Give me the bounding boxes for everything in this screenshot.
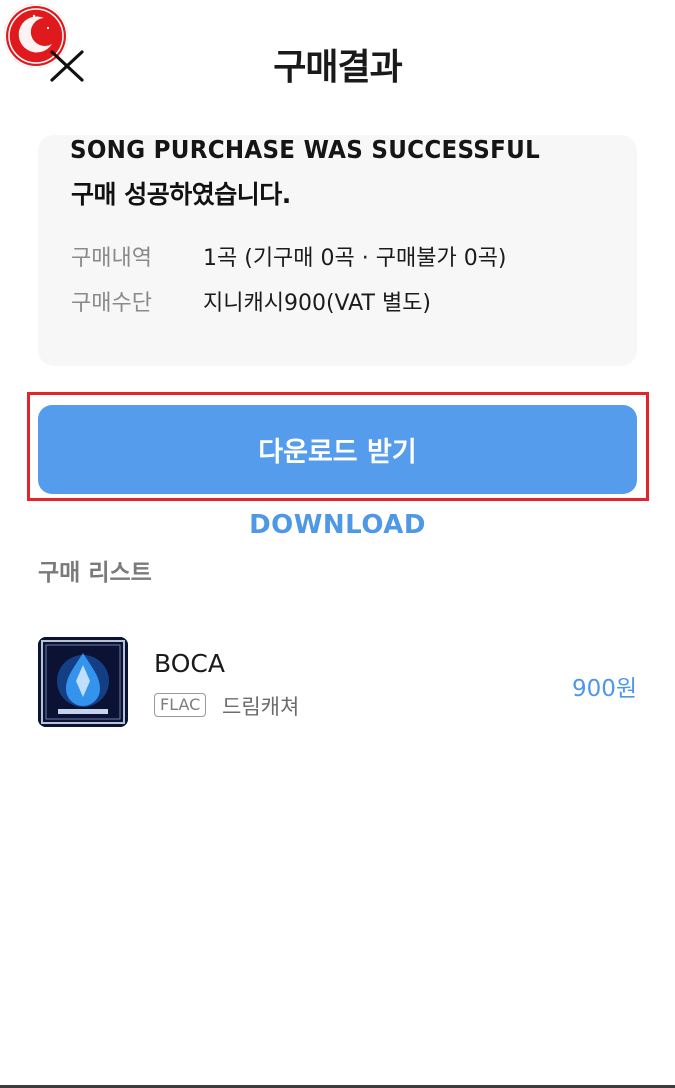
detail-row-purchase-history: 구매내역 1곡 (기구매 0곡 · 구매불가 0곡) bbox=[71, 240, 507, 272]
purchase-result-card: SONG PURCHASE WAS SUCCESSFUL 구매 성공하였습니다.… bbox=[38, 135, 637, 366]
download-button[interactable]: 다운로드 받기 bbox=[38, 405, 637, 494]
detail-row-payment-method: 구매수단 지니캐시900(VAT 별도) bbox=[71, 285, 431, 317]
purchase-list-heading: 구매 리스트 bbox=[38, 560, 152, 586]
detail-value: 1곡 (기구매 0곡 · 구매불가 0곡) bbox=[203, 246, 507, 271]
track-title: BOCA bbox=[154, 649, 225, 678]
detail-value: 지니캐시900(VAT 별도) bbox=[203, 291, 432, 316]
album-cover bbox=[38, 637, 128, 727]
detail-label: 구매내역 bbox=[71, 246, 152, 271]
list-item[interactable]: BOCA FLAC 드림캐쳐 900원 bbox=[38, 637, 637, 729]
detail-label: 구매수단 bbox=[71, 291, 152, 316]
page-title: 구매결과 bbox=[273, 47, 402, 88]
success-message: 구매 성공하였습니다. bbox=[71, 180, 291, 209]
format-badge: FLAC bbox=[154, 693, 207, 717]
track-price: 900원 bbox=[571, 676, 637, 702]
english-caption: SONG PURCHASE WAS SUCCESSFUL bbox=[70, 135, 541, 164]
download-caption: DOWNLOAD bbox=[249, 510, 426, 540]
track-artist: 드림캐쳐 bbox=[222, 695, 300, 719]
